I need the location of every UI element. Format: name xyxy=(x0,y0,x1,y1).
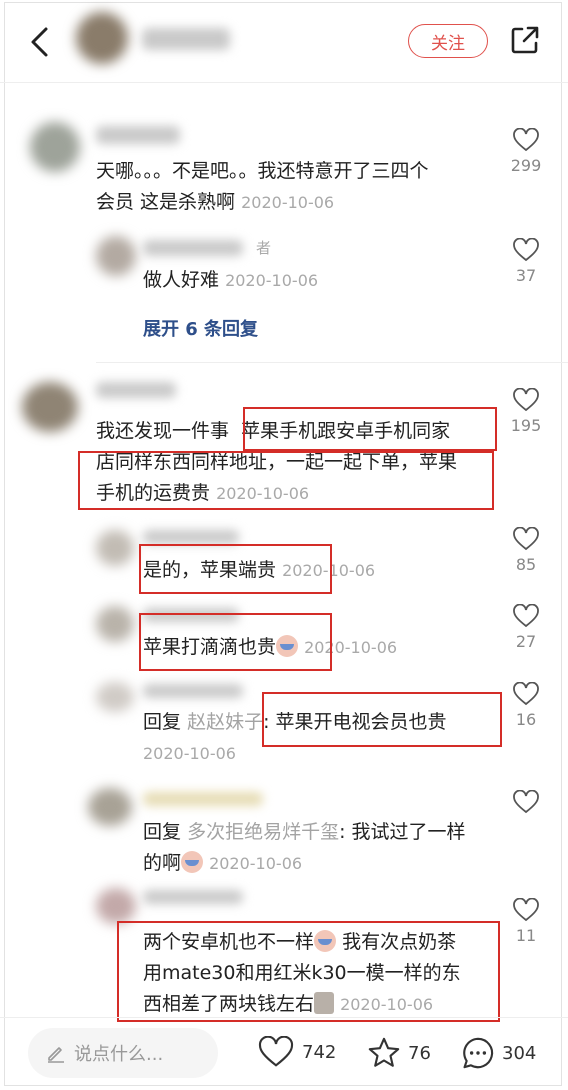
like-heart-icon[interactable] xyxy=(513,128,539,152)
annotation-box xyxy=(262,692,502,747)
author-name[interactable] xyxy=(142,28,230,50)
author-avatar[interactable] xyxy=(76,12,128,64)
comment-avatar[interactable] xyxy=(22,382,78,432)
commenter-name[interactable] xyxy=(96,382,176,398)
like-heart-icon[interactable] xyxy=(513,604,539,628)
like-heart-icon[interactable] xyxy=(513,238,539,262)
like-count: 37 xyxy=(515,266,537,285)
annotation-box xyxy=(139,613,332,671)
like-count: 16 xyxy=(515,710,537,729)
reply-avatar[interactable] xyxy=(96,236,136,276)
reply-avatar[interactable] xyxy=(96,530,134,566)
reply-text[interactable]: 回复 多次拒绝易烊千玺: 我试过了一样 的啊 2020-10-06 xyxy=(143,817,466,879)
follow-label: 关注 xyxy=(431,33,465,54)
follow-button[interactable]: 关注 xyxy=(408,24,488,58)
comment-1: 天哪。。。不是吧。。我还特意开了三四个 会员 这是杀熟啊 2020-10-06 … xyxy=(0,100,568,360)
share-icon[interactable] xyxy=(510,25,540,55)
annotation-box xyxy=(243,407,497,451)
comment-divider xyxy=(96,362,568,363)
reply-avatar[interactable] xyxy=(96,682,134,712)
reply-author-name[interactable] xyxy=(143,684,243,698)
comment-input[interactable]: 说点什么... xyxy=(28,1028,218,1078)
comment-avatar[interactable] xyxy=(30,122,80,172)
like-heart-icon[interactable] xyxy=(513,682,539,706)
reply-date: 2020-10-06 xyxy=(225,271,319,290)
reply-to-user[interactable]: 赵赵妹子 xyxy=(187,711,263,733)
back-icon[interactable] xyxy=(28,26,52,58)
like-total: 742 xyxy=(302,1041,337,1063)
reply-avatar[interactable] xyxy=(96,888,136,924)
comment-button[interactable]: 304 xyxy=(460,1036,536,1070)
reply-author-name[interactable] xyxy=(143,240,243,256)
reply-date: 2020-10-06 xyxy=(209,854,303,873)
commenter-name[interactable] xyxy=(96,126,180,144)
header-divider xyxy=(0,82,568,83)
collect-total: 76 xyxy=(408,1042,431,1064)
bottom-divider xyxy=(0,1017,568,1018)
comment-date: 2020-10-06 xyxy=(241,193,335,212)
author-tag: 者 xyxy=(256,239,272,257)
like-heart-icon[interactable] xyxy=(513,898,539,922)
annotation-box xyxy=(117,921,500,1022)
star-icon xyxy=(368,1037,400,1067)
reply-text[interactable]: 做人好难 2020-10-06 xyxy=(143,265,318,296)
like-count: 85 xyxy=(515,555,537,574)
collect-button[interactable]: 76 xyxy=(366,1036,431,1070)
reply-author-name[interactable] xyxy=(143,530,239,544)
like-count: 195 xyxy=(510,416,542,435)
annotation-box xyxy=(78,451,494,510)
header: 关注 xyxy=(0,0,568,82)
crying-face-icon xyxy=(181,851,204,873)
expand-replies-link[interactable]: 展开 6 条回复 xyxy=(143,315,258,341)
comment-total: 304 xyxy=(502,1042,537,1064)
like-count: 11 xyxy=(515,926,537,945)
reply-author-name[interactable] xyxy=(143,792,263,806)
reply-author-name[interactable] xyxy=(143,890,243,904)
like-count: 299 xyxy=(510,156,542,175)
like-heart-icon[interactable] xyxy=(513,527,539,551)
reply-avatar[interactable] xyxy=(88,788,132,826)
pencil-icon xyxy=(48,1047,64,1063)
heart-icon xyxy=(258,1036,294,1067)
chat-bubble-icon xyxy=(463,1037,494,1069)
like-button[interactable]: 742 xyxy=(258,1036,336,1068)
comment-text[interactable]: 天哪。。。不是吧。。我还特意开了三四个 会员 这是杀熟啊 2020-10-06 xyxy=(96,156,429,218)
like-heart-icon[interactable] xyxy=(513,790,539,814)
like-heart-icon[interactable] xyxy=(513,388,539,412)
annotation-box xyxy=(139,544,332,594)
reply-to-user[interactable]: 多次拒绝易烊千玺 xyxy=(187,821,339,843)
reply-avatar[interactable] xyxy=(96,606,134,642)
like-count: 27 xyxy=(515,632,537,651)
comment-input-placeholder: 说点什么... xyxy=(74,1044,164,1065)
